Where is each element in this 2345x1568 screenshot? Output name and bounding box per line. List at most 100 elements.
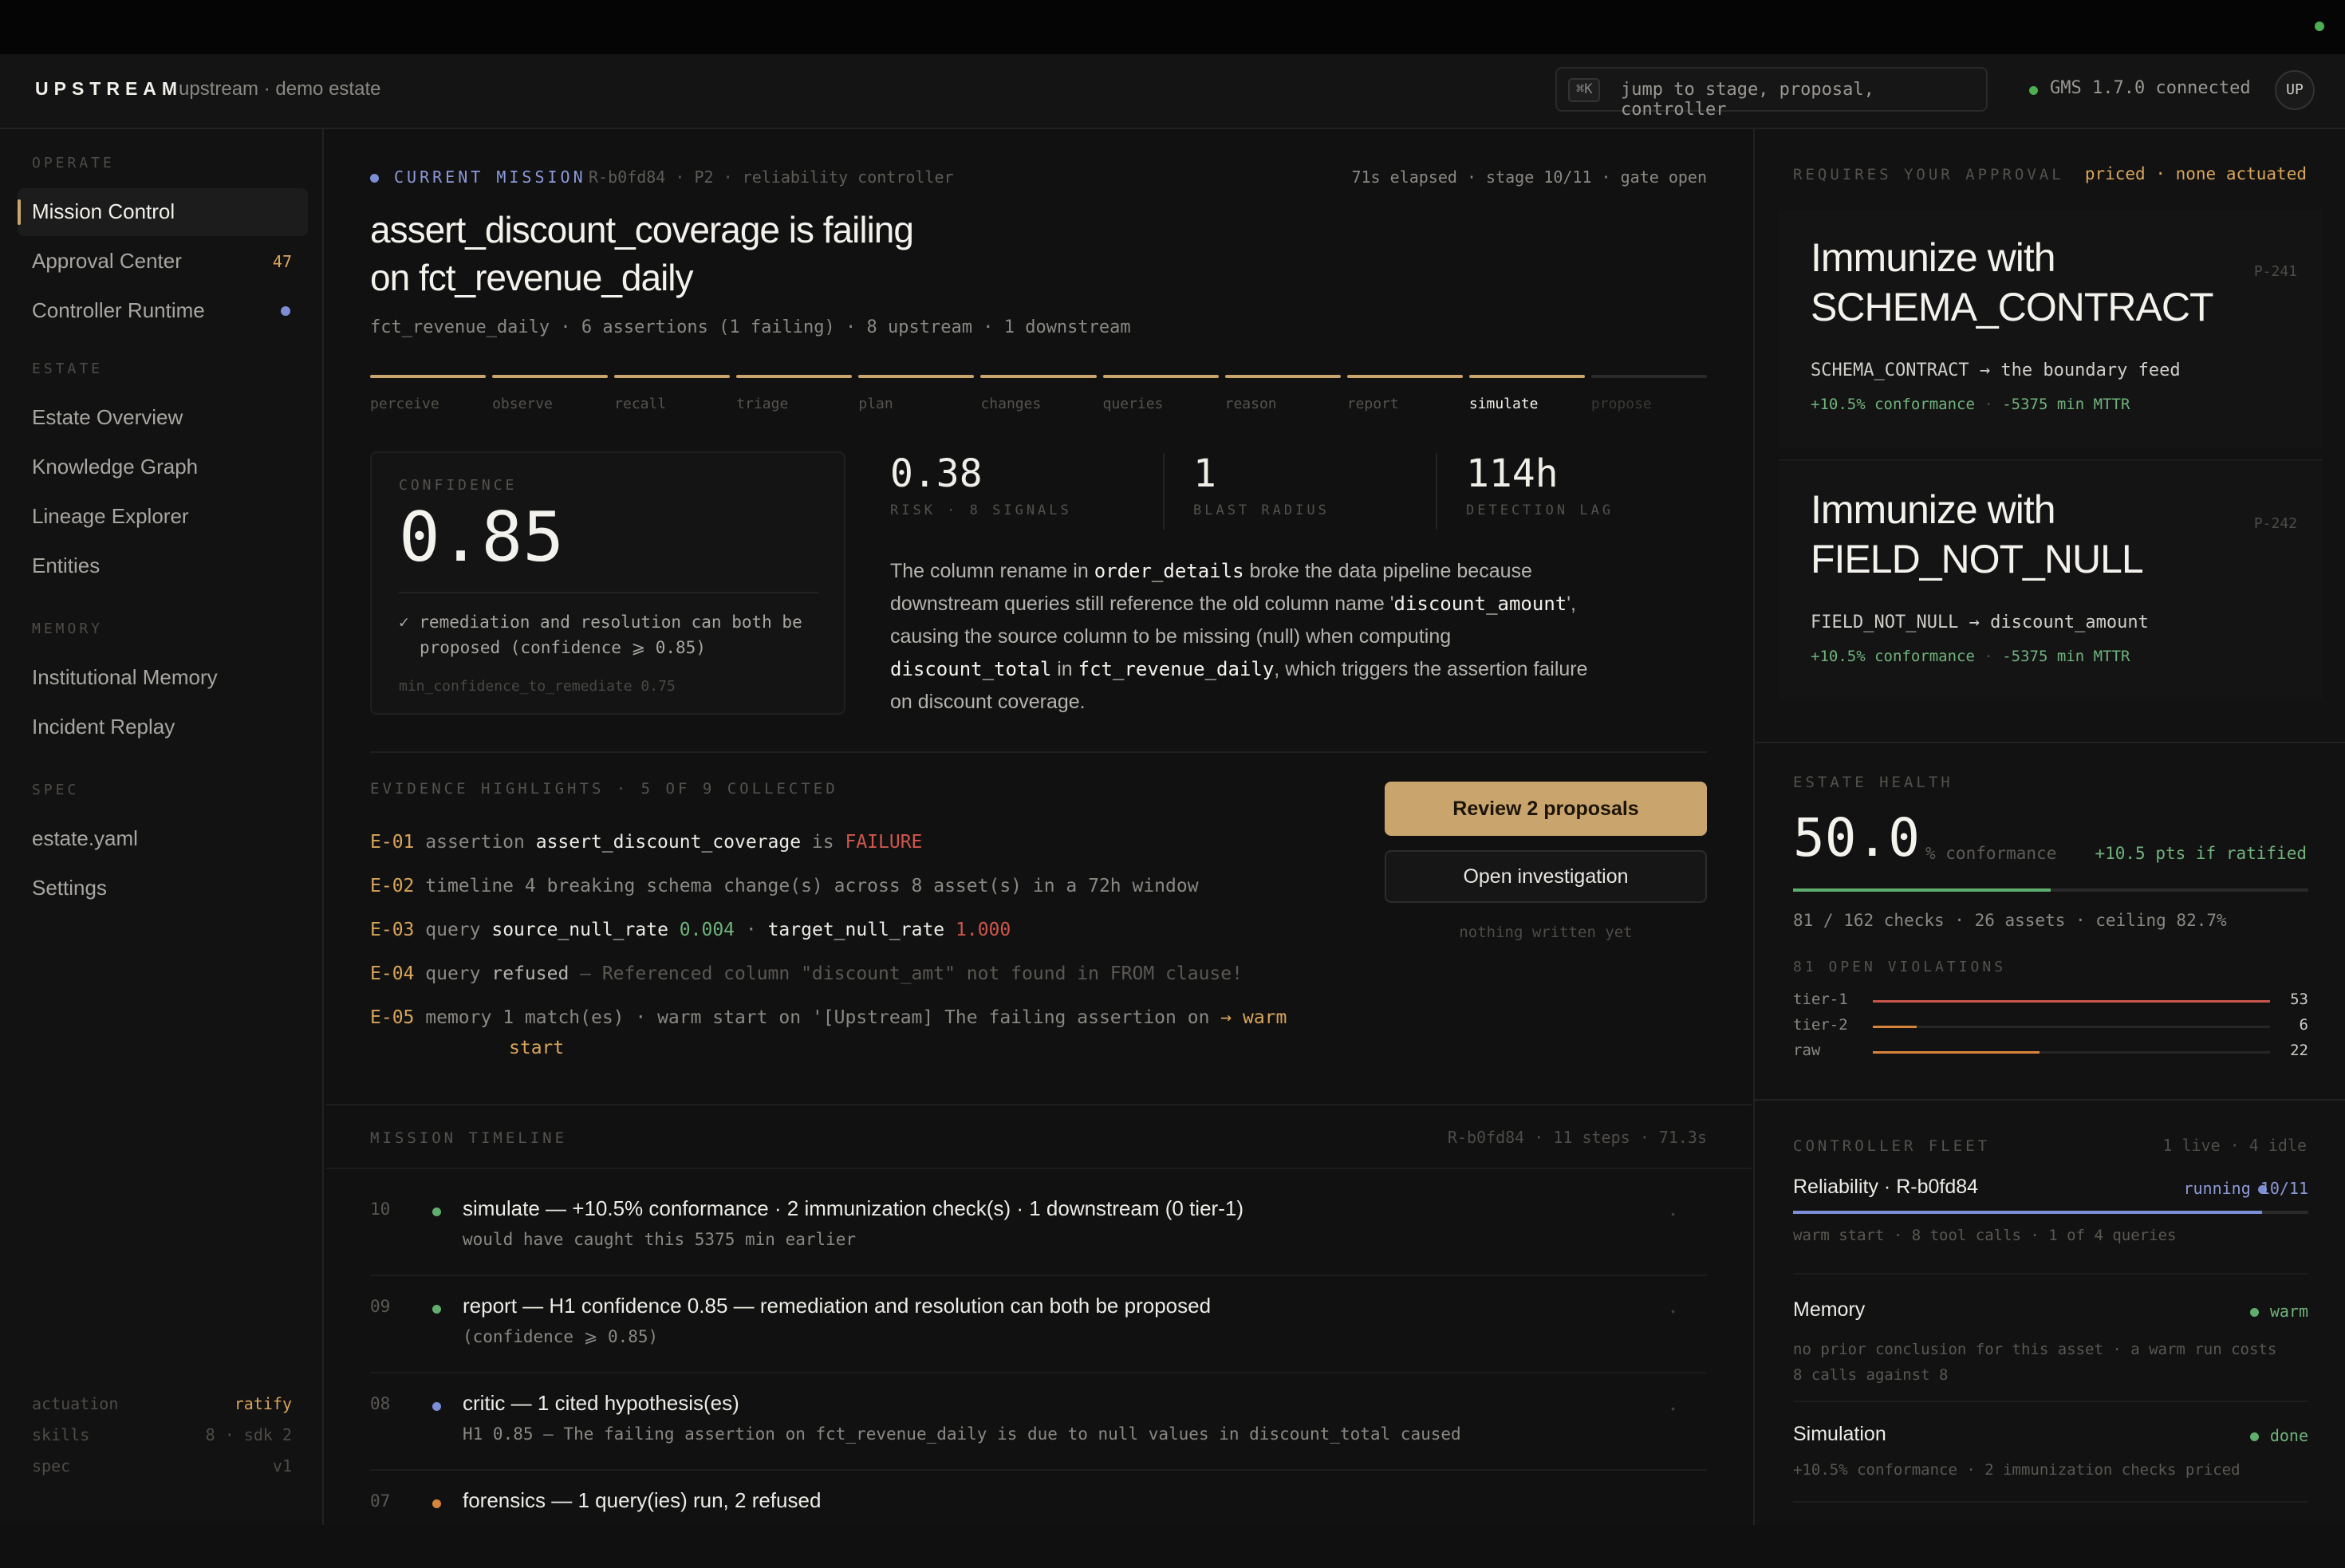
tier-bar — [1873, 1026, 2270, 1028]
footer-spec: spec v1 — [32, 1456, 292, 1475]
approvals-status: priced · none actuated — [2084, 164, 2307, 183]
proposal-card[interactable]: Immunize with SCHEMA_CONTRACT P-241 SCHE… — [1779, 211, 2323, 448]
sidebar-item-lineage-explorer[interactable]: Lineage Explorer — [18, 493, 308, 541]
footer-value: v1 — [272, 1456, 292, 1475]
evidence-item[interactable]: E-04 query refused — Referenced column "… — [370, 958, 1319, 1002]
open-investigation-button[interactable]: Open investigation — [1385, 850, 1707, 903]
stage-simulate[interactable]: simulate — [1468, 375, 1585, 423]
sidebar-item-estate-overview[interactable]: Estate Overview — [18, 394, 308, 442]
evidence-text: assert_discount_coverage — [535, 832, 802, 853]
evidence-value-ok: 0.004 — [679, 920, 735, 940]
proposal-title-line1: Immunize with — [1811, 235, 2056, 280]
evidence-id: E-03 — [370, 920, 415, 940]
evidence-item[interactable]: E-02 timeline 4 breaking schema change(s… — [370, 870, 1319, 914]
evidence-text: source_null_rate — [491, 920, 668, 940]
footer-key: spec — [32, 1456, 71, 1475]
timeline-row[interactable]: 10 simulate — +10.5% conformance · 2 imm… — [370, 1179, 1707, 1276]
expand-dot-icon[interactable]: • — [1671, 1208, 1675, 1220]
fleet-meta: 1 live · 4 idle — [2162, 1136, 2307, 1155]
controller-progress-fill — [1793, 1211, 2262, 1214]
status-dot-icon — [2315, 22, 2324, 31]
sidebar-item-entities[interactable]: Entities — [18, 542, 308, 590]
sidebar-item-knowledge-graph[interactable]: Knowledge Graph — [18, 443, 308, 491]
stage-plan[interactable]: plan — [858, 375, 975, 423]
stage-label: report — [1346, 396, 1399, 412]
controller-detail-line: no prior conclusion for this asset · a w… — [1793, 1341, 2277, 1358]
tier-name: tier-2 — [1793, 1016, 1848, 1034]
brand-logo[interactable]: UPSTREAM — [35, 78, 183, 100]
stage-observe[interactable]: observe — [492, 375, 609, 423]
sidebar-item-approval-center[interactable]: Approval Center 47 — [18, 238, 308, 286]
sidebar-item-label: Incident Replay — [32, 715, 175, 739]
stage-bar — [370, 375, 487, 378]
stage-queries[interactable]: queries — [1102, 375, 1219, 423]
expand-dot-icon[interactable]: • — [1671, 1402, 1675, 1415]
tier-name: tier-1 — [1793, 991, 1848, 1008]
controller-item-reliability[interactable]: Reliability · R-b0fd84 running 10/11 war… — [1793, 1176, 2308, 1274]
divider — [399, 592, 818, 593]
sidebar-item-estate-yaml[interactable]: estate.yaml — [18, 815, 308, 863]
divider — [325, 1104, 1752, 1105]
explanation-text: ', — [1567, 593, 1576, 615]
proposal-title-line1: Immunize with — [1811, 487, 2056, 532]
sidebar-item-label: Mission Control — [32, 199, 175, 223]
sidebar-item-label: Knowledge Graph — [32, 455, 199, 479]
live-dot-icon — [281, 306, 290, 316]
metric-risk: 0.38 RISK · 8 SIGNALS — [890, 451, 1072, 518]
evidence-link[interactable]: → warm — [1220, 1007, 1287, 1028]
stage-bar — [980, 375, 1097, 378]
right-panel: REQUIRES YOUR APPROVAL priced · none act… — [1753, 129, 2345, 1525]
expand-dot-icon[interactable]: • — [1671, 1305, 1675, 1318]
timeline-meta: R-b0fd84 · 11 steps · 71.3s — [1447, 1128, 1707, 1147]
connection-status: GMS 1.7.0 connected — [2050, 78, 2251, 98]
sidebar-section-memory: MEMORY — [32, 621, 104, 637]
timeline-row[interactable]: 09 report — H1 confidence 0.85 — remedia… — [370, 1276, 1707, 1373]
stage-label: reason — [1224, 396, 1277, 412]
footer-key: skills — [32, 1425, 90, 1444]
stage-reason[interactable]: reason — [1224, 375, 1341, 423]
evidence-link[interactable]: start — [370, 1034, 1319, 1062]
sidebar-item-mission-control[interactable]: Mission Control — [18, 188, 308, 236]
timeline-step-number: 08 — [370, 1394, 391, 1413]
tier-bar — [1873, 1000, 2270, 1003]
controller-detail: no prior conclusion for this asset · a w… — [1793, 1337, 2276, 1388]
sidebar-item-settings[interactable]: Settings — [18, 865, 308, 912]
stage-propose[interactable]: propose — [1590, 375, 1707, 423]
sidebar-item-controller-runtime[interactable]: Controller Runtime — [18, 287, 308, 335]
tier-count: 22 — [2290, 1042, 2308, 1059]
sidebar-item-incident-replay[interactable]: Incident Replay — [18, 703, 308, 751]
stage-report[interactable]: report — [1346, 375, 1463, 423]
review-proposals-button[interactable]: Review 2 proposals — [1385, 782, 1707, 836]
explanation-text: broke the data pipeline because — [1243, 560, 1532, 582]
avatar[interactable]: UP — [2275, 70, 2315, 110]
tier-row-tier-1: tier-1 53 — [1793, 989, 2308, 1014]
proposal-card[interactable]: Immunize with FIELD_NOT_NULL P-242 FIELD… — [1779, 463, 2323, 700]
evidence-item[interactable]: E-03 query source_null_rate 0.004 · targ… — [370, 914, 1319, 958]
command-search[interactable]: ⌘K jump to stage, proposal, controller — [1555, 67, 1988, 120]
stage-triage[interactable]: triage — [736, 375, 853, 423]
timeline-row[interactable]: 07 forensics — 1 query(ies) run, 2 refus… — [370, 1471, 1707, 1568]
code-ref: discount_total — [890, 658, 1052, 680]
stage-recall[interactable]: recall — [614, 375, 731, 423]
stage-bar — [858, 375, 975, 378]
controller-item-simulation[interactable]: Simulation done +10.5% conformance · 2 i… — [1793, 1423, 2308, 1503]
sidebar-item-institutional-memory[interactable]: Institutional Memory — [18, 654, 308, 702]
app-header: UPSTREAM upstream · demo estate ⌘K jump … — [0, 54, 2345, 129]
evidence-text: 4 breaking schema change(s) across 8 ass… — [524, 876, 1199, 896]
stage-changes[interactable]: changes — [980, 375, 1097, 423]
tier-bar-fill — [1873, 1000, 2270, 1003]
confidence-note-line2: proposed (confidence ⩾ 0.85) — [420, 638, 706, 657]
timeline-row[interactable]: 08 critic — 1 cited hypothesis(es) H1 0.… — [370, 1373, 1707, 1471]
evidence-item[interactable]: E-05 memory 1 match(es) · warm start on … — [370, 1002, 1319, 1062]
evidence-item[interactable]: E-01 assertion assert_discount_coverage … — [370, 826, 1319, 870]
approvals-heading: REQUIRES YOUR APPROVAL — [1793, 166, 2064, 183]
tier-bar — [1873, 1051, 2270, 1054]
controller-status: done — [2269, 1426, 2308, 1445]
sidebar-item-label: Estate Overview — [32, 405, 183, 429]
controller-item-memory[interactable]: Memory warm no prior conclusion for this… — [1793, 1298, 2308, 1402]
conformance-bar-fill — [1793, 888, 2051, 892]
stage-bar — [1468, 375, 1585, 378]
stage-perceive[interactable]: perceive — [370, 375, 487, 423]
mission-meta: R-b0fd84 · P2 · reliability controller — [589, 167, 954, 187]
violation-tiers: tier-1 53 tier-2 6 raw 22 — [1793, 989, 2308, 1077]
